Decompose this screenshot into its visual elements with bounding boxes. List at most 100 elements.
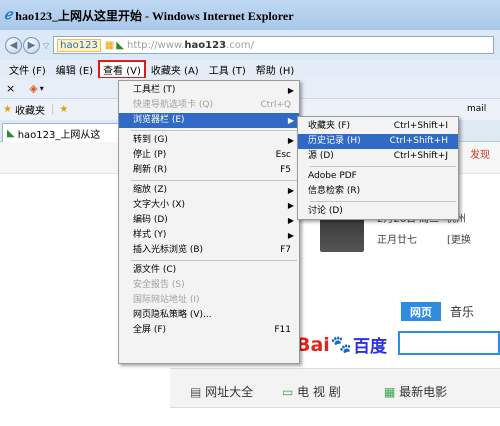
history-dropdown-icon[interactable]: ▽ bbox=[43, 41, 49, 50]
view-menu-item-label: 停止 (P) bbox=[133, 150, 167, 160]
nav-new-movies[interactable]: ▦ 最新电影 bbox=[384, 383, 447, 400]
search-input[interactable] bbox=[398, 331, 500, 355]
view-menu-item[interactable]: 文字大小 (X) ▶ bbox=[119, 198, 299, 213]
convert-icon[interactable]: ◈ bbox=[29, 82, 37, 95]
view-menu-item[interactable]: 停止 (P) Esc bbox=[119, 148, 299, 163]
tv-icon: ▭ bbox=[282, 385, 294, 399]
view-menu-item-label: 快速导航选项卡 (Q) bbox=[133, 100, 213, 110]
explorer-bar-item-label: 讨论 (D) bbox=[308, 206, 343, 216]
view-menu-item[interactable]: 网页隐私策略 (V)... bbox=[119, 308, 299, 323]
title-bar: ℯ hao123_上网从这里开始 - Windows Internet Expl… bbox=[0, 0, 500, 30]
favicon-icon: ◣ bbox=[116, 39, 124, 51]
baidu-paw-icon: 🐾 bbox=[330, 334, 352, 355]
view-menu-item[interactable]: 插入光标浏览 (B) F7 bbox=[119, 243, 299, 258]
submenu-arrow-icon: ▶ bbox=[287, 201, 294, 210]
menu-edit[interactable]: 编辑 (E) bbox=[51, 62, 98, 77]
add-favorite-icon[interactable]: ★ bbox=[59, 104, 68, 115]
menu-separator bbox=[131, 130, 297, 131]
address-row: ◀ ▶ ▽ hao123 ▦ ◣ http://www.hao123.com/ bbox=[0, 30, 500, 60]
menu-help[interactable]: 帮助 (H) bbox=[251, 62, 300, 77]
nav-tv-series[interactable]: ▭ 电 视 剧 bbox=[282, 383, 341, 400]
view-menu-item-label: 安全报告 (S) bbox=[133, 280, 185, 290]
view-menu-item-shortcut: Esc bbox=[275, 150, 291, 160]
change-city-link[interactable]: [更换 bbox=[447, 231, 471, 246]
menu-bar: 文件 (F) 编辑 (E) 查看 (V) 收藏夹 (A) 工具 (T) 帮助 (… bbox=[0, 59, 500, 79]
tab-favicon-icon: ◣ bbox=[7, 127, 15, 139]
explorer-bar-item-label: 源 (D) bbox=[308, 151, 334, 161]
menu-separator bbox=[131, 260, 297, 261]
submenu-arrow-icon: ▶ bbox=[287, 86, 294, 95]
view-menu-item[interactable]: 样式 (Y) ▶ bbox=[119, 228, 299, 243]
url-host: hao123 bbox=[184, 39, 227, 51]
view-menu-item-label: 编码 (D) bbox=[133, 215, 168, 225]
explorer-bar-item[interactable]: 源 (D) Ctrl+Shift+J bbox=[298, 149, 458, 164]
tab-hao123[interactable]: ◣ hao123_上网从这 bbox=[2, 123, 120, 142]
view-menu-item-label: 浏览器栏 (E) bbox=[133, 115, 185, 125]
explorer-bar-submenu: 收藏夹 (F) Ctrl+Shift+I 历史记录 (H) Ctrl+Shift+H 源… bbox=[297, 116, 459, 220]
view-menu-item[interactable]: 编码 (D) ▶ bbox=[119, 213, 299, 228]
explorer-bar-item[interactable]: 讨论 (D) bbox=[298, 204, 458, 219]
view-menu: 工具栏 (T) ▶ 快速导航选项卡 (Q) Ctrl+Q 浏览器栏 (E) ▶ 转到 (G)… bbox=[118, 80, 300, 364]
site-icon: ▦ bbox=[104, 39, 115, 51]
submenu-arrow-icon: ▶ bbox=[287, 116, 294, 125]
view-menu-item[interactable]: 国际网站地址 (I) bbox=[119, 293, 299, 308]
url-prefix: http://www. bbox=[126, 39, 185, 51]
explorer-bar-item[interactable]: Adobe PDF bbox=[298, 169, 458, 184]
view-menu-item-label: 样式 (Y) bbox=[133, 230, 167, 240]
nav-url-directory[interactable]: ▤ 网址大全 bbox=[190, 383, 253, 400]
close-icon[interactable]: × bbox=[6, 82, 15, 95]
explorer-bar-item-shortcut: Ctrl+Shift+I bbox=[393, 121, 448, 131]
view-menu-item[interactable]: 安全报告 (S) bbox=[119, 278, 299, 293]
submenu-arrow-icon: ▶ bbox=[287, 136, 294, 145]
search-tab-web[interactable]: 网页 bbox=[401, 302, 441, 321]
film-icon: ▦ bbox=[384, 385, 396, 399]
view-menu-item[interactable]: 刷新 (R) F5 bbox=[119, 163, 299, 178]
view-menu-item-shortcut: Ctrl+Q bbox=[260, 100, 291, 110]
view-menu-item[interactable]: 工具栏 (T) ▶ bbox=[119, 83, 299, 98]
explorer-bar-item[interactable]: 历史记录 (H) Ctrl+Shift+H bbox=[298, 134, 458, 149]
submenu-arrow-icon: ▶ bbox=[287, 186, 294, 195]
menu-tools[interactable]: 工具 (T) bbox=[204, 62, 251, 77]
favorites-button[interactable]: 收藏夹 bbox=[15, 102, 45, 117]
view-menu-item-shortcut: F7 bbox=[280, 245, 291, 255]
menu-view[interactable]: 查看 (V) bbox=[98, 59, 146, 79]
explorer-bar-item[interactable]: 收藏夹 (F) Ctrl+Shift+I bbox=[298, 119, 458, 134]
view-menu-item[interactable]: 缩放 (Z) ▶ bbox=[119, 183, 299, 198]
explorer-bar-item[interactable]: 信息检索 (R) bbox=[298, 184, 458, 199]
view-menu-item-shortcut: F5 bbox=[280, 165, 291, 175]
view-menu-item[interactable]: 转到 (G) ▶ bbox=[119, 133, 299, 148]
view-menu-item-shortcut: F11 bbox=[274, 325, 291, 335]
site-badge: hao123 bbox=[57, 38, 101, 52]
list-icon: ▤ bbox=[190, 385, 202, 399]
view-menu-item[interactable]: 全屏 (F) F11 bbox=[119, 323, 299, 338]
view-menu-item-label: 缩放 (Z) bbox=[133, 185, 168, 195]
explorer-bar-item-label: 历史记录 (H) bbox=[308, 136, 361, 146]
view-menu-item-label: 刷新 (R) bbox=[133, 165, 168, 175]
favbar-overflow-text: mail bbox=[467, 104, 487, 114]
baidu-logo-text: Bai bbox=[296, 333, 330, 356]
view-menu-item[interactable]: 浏览器栏 (E) ▶ bbox=[119, 113, 299, 128]
explorer-bar-item-label: 收藏夹 (F) bbox=[308, 121, 351, 131]
baidu-logo: Bai 🐾 百度 bbox=[296, 332, 387, 358]
address-bar[interactable]: hao123 ▦ ◣ http://www.hao123.com/ bbox=[53, 36, 494, 54]
menu-favorites[interactable]: 收藏夹 (A) bbox=[146, 62, 204, 77]
back-button[interactable]: ◀ bbox=[5, 36, 22, 54]
explorer-bar-item-shortcut: Ctrl+Shift+H bbox=[389, 136, 448, 146]
view-menu-item[interactable]: 快速导航选项卡 (Q) Ctrl+Q bbox=[119, 98, 299, 113]
view-menu-item[interactable]: 源文件 (C) bbox=[119, 263, 299, 278]
view-menu-item-label: 插入光标浏览 (B) bbox=[133, 245, 204, 255]
view-menu-item-label: 转到 (G) bbox=[133, 135, 168, 145]
menu-file[interactable]: 文件 (F) bbox=[4, 62, 51, 77]
window-title: hao123_上网从这里开始 - Windows Internet Explor… bbox=[15, 8, 294, 23]
favorites-star-icon: ★ bbox=[3, 104, 12, 115]
view-menu-item-label: 网页隐私策略 (V)... bbox=[133, 310, 212, 320]
chevron-down-icon[interactable]: ▾ bbox=[40, 84, 44, 93]
forward-button[interactable]: ▶ bbox=[23, 36, 40, 54]
search-tab-music[interactable]: 音乐 bbox=[450, 303, 474, 320]
view-menu-item-label: 工具栏 (T) bbox=[133, 85, 176, 95]
view-menu-item-label: 全屏 (F) bbox=[133, 325, 167, 335]
hint-text[interactable]: 发现 bbox=[470, 146, 490, 161]
tab-label: hao123_上网从这 bbox=[17, 129, 101, 141]
menu-separator bbox=[310, 201, 456, 202]
ie-logo-icon: ℯ bbox=[4, 7, 13, 23]
